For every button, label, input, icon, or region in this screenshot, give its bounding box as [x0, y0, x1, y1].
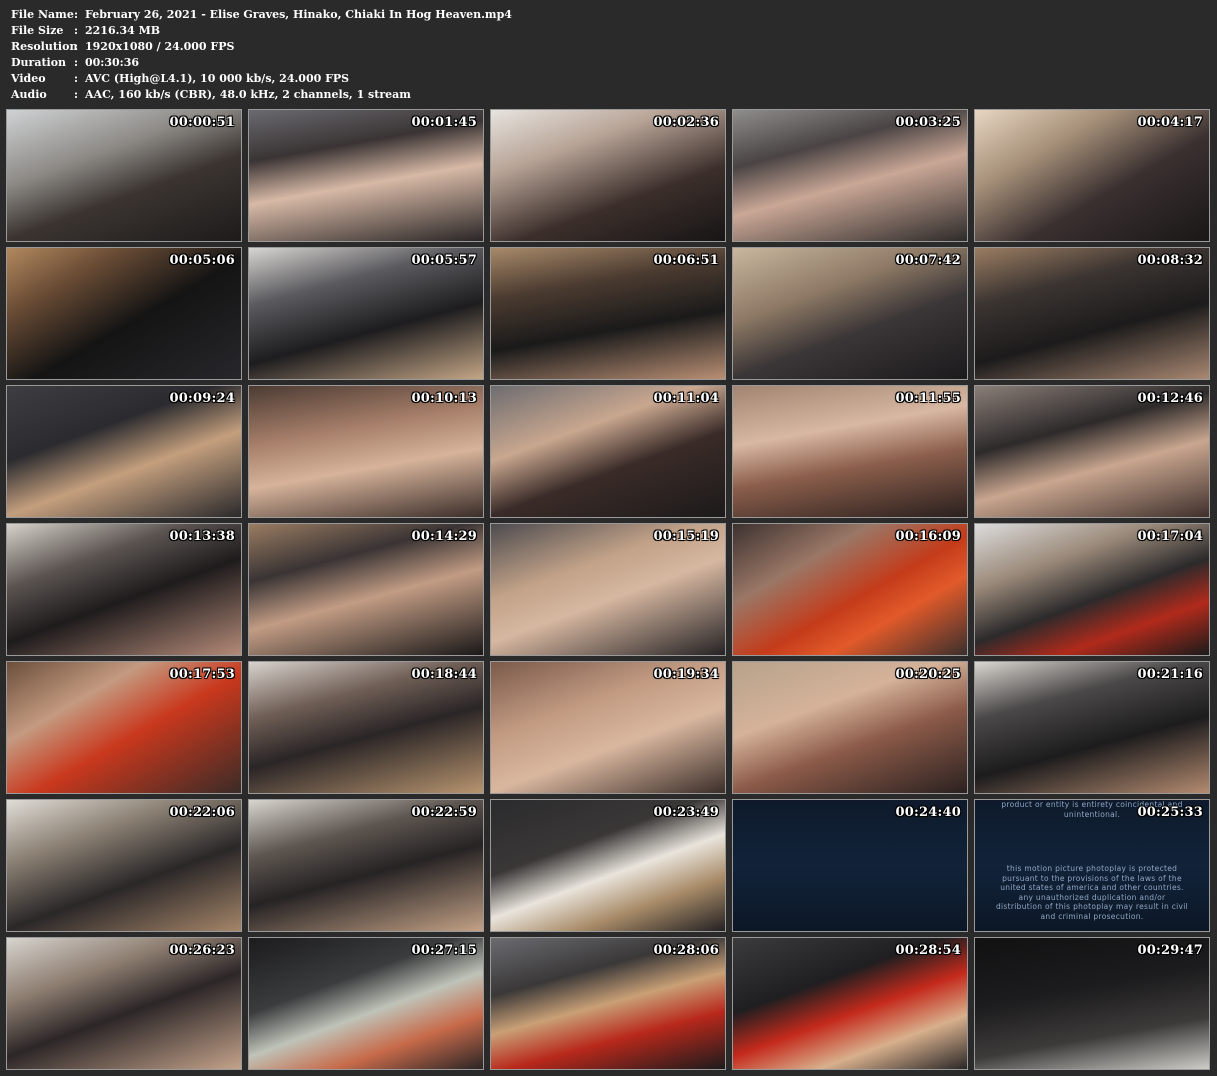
info-value-duration: 00:30:36	[85, 56, 140, 69]
thumbnail-timestamp: 00:00:51	[169, 115, 235, 130]
thumbnail-timestamp: 00:10:13	[411, 391, 477, 406]
thumbnail-frame[interactable]: 00:12:46	[974, 385, 1210, 518]
thumbnail-timestamp: 00:20:25	[895, 667, 961, 682]
info-value-resolution: 1920x1080 / 24.000 FPS	[85, 40, 235, 53]
info-separator: :	[74, 72, 79, 85]
thumbnail-frame[interactable]: 00:26:23	[6, 937, 242, 1070]
thumbnail-timestamp: 00:16:09	[895, 529, 961, 544]
thumbnail-frame[interactable]: 00:04:17	[974, 109, 1210, 242]
thumbnail-frame[interactable]: 00:13:38	[6, 523, 242, 656]
thumbnail-timestamp: 00:07:42	[895, 253, 961, 268]
info-key: File Size	[11, 24, 64, 37]
thumbnail-frame[interactable]: 00:21:16	[974, 661, 1210, 794]
info-key: Audio	[11, 88, 47, 101]
thumbnail-frame[interactable]: 00:29:47	[974, 937, 1210, 1070]
thumbnail-frame[interactable]: 00:15:19	[490, 523, 726, 656]
thumbnail-timestamp: 00:18:44	[411, 667, 477, 682]
info-key: Video	[11, 72, 46, 85]
thumbnail-timestamp: 00:24:40	[895, 805, 961, 820]
thumbnail-frame[interactable]: 00:03:25	[732, 109, 968, 242]
thumbnail-frame[interactable]: 00:17:04	[974, 523, 1210, 656]
thumbnail-timestamp: 00:25:33	[1137, 805, 1203, 820]
thumbnail-frame[interactable]: 00:11:04	[490, 385, 726, 518]
thumbnail-timestamp: 00:19:34	[653, 667, 719, 682]
thumbnail-timestamp: 00:13:38	[169, 529, 235, 544]
thumbnail-frame[interactable]: 00:24:40	[732, 799, 968, 932]
info-value-video: AVC (High@L4.1), 10 000 kb/s, 24.000 FPS	[85, 72, 350, 85]
info-row-resolution: Resolution : 1920x1080 / 24.000 FPS	[11, 39, 1201, 55]
thumbnail-timestamp: 00:02:36	[653, 115, 719, 130]
info-value-file-name: February 26, 2021 - Elise Graves, Hinako…	[85, 8, 512, 21]
thumbnail-timestamp: 00:29:47	[1137, 943, 1203, 958]
thumbnail-timestamp: 00:27:15	[411, 943, 477, 958]
thumbnail-timestamp: 00:22:06	[169, 805, 235, 820]
info-row-file-name: File Name : February 26, 2021 - Elise Gr…	[11, 7, 1201, 23]
thumbnail-timestamp: 00:21:16	[1137, 667, 1203, 682]
thumbnail-timestamp: 00:17:04	[1137, 529, 1203, 544]
thumbnail-timestamp: 00:06:51	[653, 253, 719, 268]
thumbnail-timestamp: 00:09:24	[169, 391, 235, 406]
thumbnail-frame[interactable]: 00:08:32	[974, 247, 1210, 380]
thumbnail-timestamp: 00:28:54	[895, 943, 961, 958]
thumbnail-frame[interactable]: 00:16:09	[732, 523, 968, 656]
thumbnail-timestamp: 00:11:04	[653, 391, 719, 406]
thumbnail-timestamp: 00:17:53	[169, 667, 235, 682]
thumbnail-timestamp: 00:26:23	[169, 943, 235, 958]
thumbnail-timestamp: 00:08:32	[1137, 253, 1203, 268]
thumbnail-frame[interactable]: 00:09:24	[6, 385, 242, 518]
thumbnail-timestamp: 00:12:46	[1137, 391, 1203, 406]
thumbnail-frame[interactable]: 00:20:25	[732, 661, 968, 794]
info-value-audio: AAC, 160 kb/s (CBR), 48.0 kHz, 2 channel…	[85, 88, 411, 101]
thumbnail-frame[interactable]: 00:28:54	[732, 937, 968, 1070]
file-info-panel: File Name : February 26, 2021 - Elise Gr…	[11, 7, 1201, 103]
thumbnail-timestamp: 00:05:57	[411, 253, 477, 268]
thumbnail-frame[interactable]: 00:28:06	[490, 937, 726, 1070]
info-row-file-size: File Size : 2216.34 MB	[11, 23, 1201, 39]
thumbnail-frame[interactable]: 00:17:53	[6, 661, 242, 794]
thumbnail-timestamp: 00:23:49	[653, 805, 719, 820]
thumbnail-frame[interactable]: 00:19:34	[490, 661, 726, 794]
thumbnail-frame[interactable]: 00:23:49	[490, 799, 726, 932]
info-key: File Name	[11, 8, 74, 21]
thumbnail-timestamp: 00:28:06	[653, 943, 719, 958]
info-row-audio: Audio : AAC, 160 kb/s (CBR), 48.0 kHz, 2…	[11, 87, 1201, 103]
thumbnail-frame[interactable]: 00:14:29	[248, 523, 484, 656]
thumbnail-frame[interactable]: 00:02:36	[490, 109, 726, 242]
thumbnail-frame[interactable]: 00:07:42	[732, 247, 968, 380]
thumbnail-frame[interactable]: 00:22:59	[248, 799, 484, 932]
thumbnail-timestamp: 00:01:45	[411, 115, 477, 130]
thumbnail-timestamp: 00:05:06	[169, 253, 235, 268]
thumbnail-frame[interactable]: 00:22:06	[6, 799, 242, 932]
info-key: Duration	[11, 56, 67, 69]
info-value-file-size: 2216.34 MB	[85, 24, 161, 37]
thumbnail-frame[interactable]: 00:18:44	[248, 661, 484, 794]
info-key: Resolution	[11, 40, 78, 53]
thumbnail-frame[interactable]: 00:05:06	[6, 247, 242, 380]
thumbnail-grid: 00:00:51 00:01:45 00:02:36 00:03:25 00:04:17…	[6, 109, 1210, 1070]
info-separator: :	[74, 88, 79, 101]
thumbnail-frame[interactable]: product or entity is entirety coincident…	[974, 799, 1210, 932]
thumbnail-frame[interactable]: 00:10:13	[248, 385, 484, 518]
thumbnail-frame[interactable]: 00:00:51	[6, 109, 242, 242]
info-separator: :	[74, 8, 79, 21]
thumbnail-frame[interactable]: 00:27:15	[248, 937, 484, 1070]
info-separator: :	[74, 56, 79, 69]
thumbnail-timestamp: 00:22:59	[411, 805, 477, 820]
thumbnail-overlay-text: this motion picture photoplay is protect…	[995, 864, 1189, 921]
info-separator: :	[74, 24, 79, 37]
thumbnail-timestamp: 00:04:17	[1137, 115, 1203, 130]
info-separator: :	[74, 40, 79, 53]
thumbnail-frame[interactable]: 00:11:55	[732, 385, 968, 518]
thumbnail-frame[interactable]: 00:05:57	[248, 247, 484, 380]
info-row-video: Video : AVC (High@L4.1), 10 000 kb/s, 24…	[11, 71, 1201, 87]
info-row-duration: Duration : 00:30:36	[11, 55, 1201, 71]
thumbnail-timestamp: 00:15:19	[653, 529, 719, 544]
thumbnail-timestamp: 00:14:29	[411, 529, 477, 544]
thumbnail-timestamp: 00:03:25	[895, 115, 961, 130]
thumbnail-frame[interactable]: 00:01:45	[248, 109, 484, 242]
thumbnail-timestamp: 00:11:55	[895, 391, 961, 406]
thumbnail-frame[interactable]: 00:06:51	[490, 247, 726, 380]
